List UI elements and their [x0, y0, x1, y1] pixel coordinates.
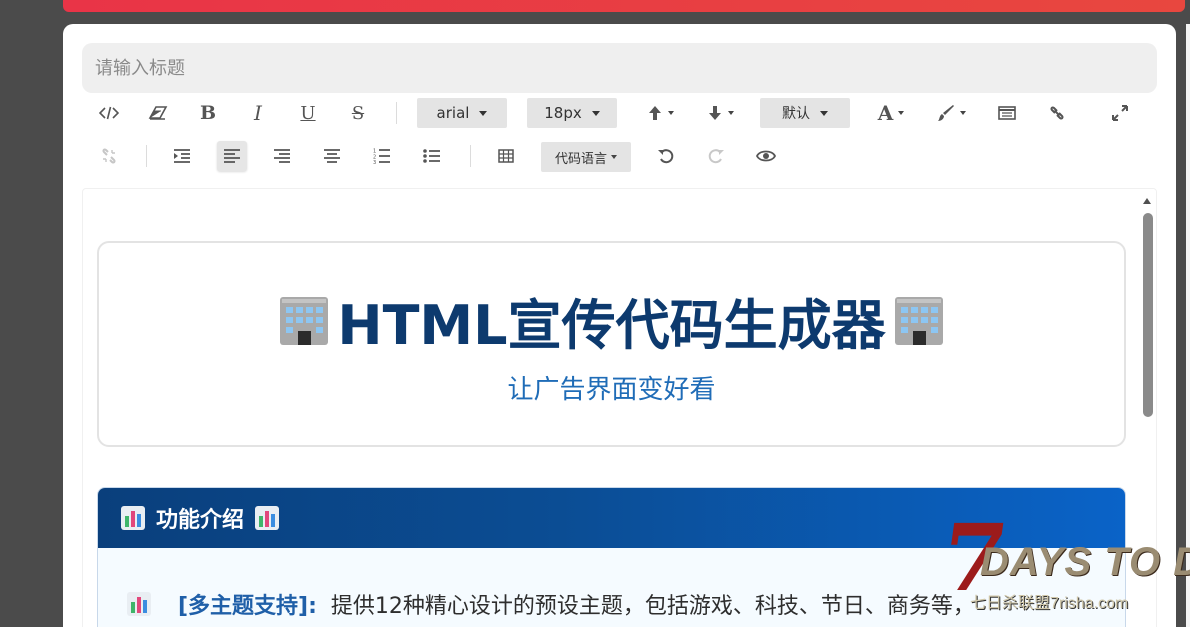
insert-block-icon[interactable] [992, 98, 1022, 128]
bar-chart-icon [255, 506, 280, 530]
scrollbar-thumb[interactable] [1143, 213, 1153, 417]
font-size-select[interactable]: 18px [527, 98, 617, 128]
toolbar-separator [146, 145, 147, 167]
feature-item: [多主题支持]: 提供12种精心设计的预设主题，包括游戏、科技、节日、商务等， [126, 588, 975, 620]
chevron-down-icon [611, 155, 617, 159]
adjacent-panel-edge [1186, 24, 1190, 627]
font-family-select[interactable]: arial [417, 98, 507, 128]
chevron-down-icon [667, 111, 674, 115]
arrow-up-icon [648, 106, 661, 120]
underline-icon[interactable]: U [293, 98, 323, 128]
toolbar-separator [470, 145, 471, 167]
watermark-logo-text: DAYS TO DIE [980, 540, 1190, 584]
align-center-icon[interactable] [317, 141, 347, 171]
hero-subtitle: 让广告界面变好看 [507, 375, 716, 405]
site-watermark-logo: 7 DAYS TO DIE 七日杀联盟7risha.com [934, 504, 1190, 627]
font-color-icon: A [877, 101, 894, 125]
undo-icon[interactable] [651, 141, 681, 171]
toolbar-separator [396, 102, 397, 124]
hero-banner: HTML宣传代码生成器 让广告界面变好看 [97, 241, 1126, 447]
title-input[interactable] [82, 43, 1157, 93]
feature-item-title: [多主题支持]: [178, 594, 317, 619]
paint-brush-icon [937, 105, 954, 121]
arrow-down-icon [708, 106, 721, 120]
ordered-list-icon[interactable]: 123 [367, 141, 397, 171]
font-family-value: arial [436, 104, 470, 122]
align-right-icon[interactable] [267, 141, 297, 171]
chevron-down-icon [479, 110, 488, 116]
font-size-value: 18px [544, 104, 582, 122]
hero-title: HTML宣传代码生成器 [99, 285, 1124, 357]
align-left-icon[interactable] [217, 141, 247, 171]
heading-value: 默认 [782, 106, 810, 122]
office-building-icon [894, 297, 943, 345]
line-height-down-button[interactable] [703, 98, 737, 128]
code-language-select[interactable]: 代码语言 [541, 142, 631, 172]
bar-chart-icon [127, 592, 151, 616]
top-accent-bar [63, 0, 1185, 12]
font-color-button[interactable]: A [873, 98, 909, 128]
redo-icon[interactable] [701, 141, 731, 171]
heading-select[interactable]: 默认 [760, 98, 850, 128]
eraser-icon[interactable] [143, 98, 173, 128]
chevron-down-icon [898, 111, 905, 115]
bold-icon[interactable]: B [193, 98, 223, 128]
strikethrough-icon[interactable]: S [343, 98, 373, 128]
scroll-up-arrow-icon[interactable] [1143, 198, 1151, 204]
watermark-url: 七日杀联盟7risha.com [970, 595, 1129, 612]
hero-title-text: HTML宣传代码生成器 [337, 293, 886, 357]
code-view-icon[interactable] [94, 98, 124, 128]
chevron-down-icon [591, 110, 600, 116]
table-icon[interactable] [491, 141, 521, 171]
bar-chart-icon [121, 506, 145, 530]
chevron-down-icon [727, 111, 734, 115]
chevron-down-icon [820, 110, 828, 116]
preview-eye-icon[interactable] [751, 141, 781, 171]
background-color-button[interactable] [933, 98, 969, 128]
link-icon[interactable] [1042, 98, 1072, 128]
office-building-icon [280, 297, 329, 345]
chevron-down-icon [959, 111, 966, 115]
feature-heading: 功能介绍 [156, 508, 245, 533]
indent-icon[interactable] [167, 141, 197, 171]
feature-item-description: 提供12种精心设计的预设主题，包括游戏、科技、节日、商务等， [330, 594, 975, 619]
svg-text:3: 3 [373, 160, 376, 164]
code-language-value: 代码语言 [554, 151, 607, 167]
fullscreen-icon[interactable] [1105, 98, 1135, 128]
line-height-up-button[interactable] [643, 98, 677, 128]
unlink-icon[interactable] [94, 141, 124, 171]
unordered-list-icon[interactable] [417, 141, 447, 171]
italic-icon[interactable]: I [243, 98, 273, 128]
